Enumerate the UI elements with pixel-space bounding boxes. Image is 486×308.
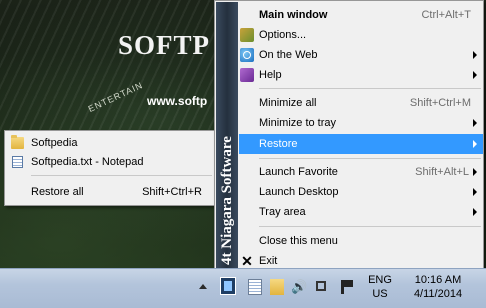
menu-item-label: On the Web <box>259 49 318 61</box>
niagara-tray-icon[interactable] <box>220 277 236 295</box>
submenu-separator <box>31 175 212 176</box>
menu-item-main-window[interactable]: Main window Ctrl+Alt+T <box>239 5 483 25</box>
keyboard-layout: US <box>372 288 388 300</box>
submenu-item-label: Softpedia.txt - Notepad <box>31 156 144 168</box>
submenu-arrow-icon <box>473 71 477 79</box>
menu-item-minimize-all[interactable]: Minimize all Shift+Ctrl+M <box>239 93 483 113</box>
menu-item-help[interactable]: Help <box>239 65 483 85</box>
menu-item-shortcut: Ctrl+Alt+T <box>421 9 471 21</box>
menu-separator <box>259 158 481 159</box>
folder-icon <box>11 135 24 149</box>
menu-item-options[interactable]: Options... <box>239 25 483 45</box>
menu-item-shortcut: Shift+Ctrl+M <box>409 97 471 109</box>
menu-item-label: Options... <box>259 29 307 41</box>
menu-separator <box>259 226 481 227</box>
web-icon <box>240 48 254 62</box>
submenu-arrow-icon <box>473 168 477 176</box>
menu-banner-text: 4t Niagara Software <box>219 136 235 265</box>
wallpaper-brand: SOFTP <box>118 30 211 60</box>
menu-item-shortcut: Shift+Alt+L <box>415 166 469 178</box>
menu-item-label: Restore <box>259 138 298 150</box>
submenu-arrow-icon <box>473 119 477 127</box>
menu-item-label: Launch Favorite <box>259 166 338 178</box>
clock-date: 4/11/2014 <box>413 288 463 300</box>
language-indicator[interactable]: ENG US <box>362 273 398 301</box>
menu-side-banner: 4t Niagara Software <box>216 2 238 268</box>
tray-context-menu: 4t Niagara Software Main window Ctrl+Alt… <box>214 0 484 270</box>
menu-item-label: Minimize all <box>259 97 317 109</box>
help-icon <box>240 68 254 82</box>
network-icon[interactable] <box>316 281 326 291</box>
action-center-flag-icon[interactable] <box>341 280 353 294</box>
menu-item-label: Minimize to tray <box>259 117 337 129</box>
menu-item-close-this-menu[interactable]: Close this menu <box>239 231 483 251</box>
submenu-arrow-icon <box>473 188 477 196</box>
clock-time: 10:16 AM <box>414 274 462 286</box>
language-code: ENG <box>368 274 392 286</box>
menu-item-launch-favorite[interactable]: Launch Favorite Shift+Alt+L <box>239 162 483 182</box>
taskbar: 🔊 ENG US 10:16 AM 4/11/2014 <box>0 268 486 308</box>
notepad-tray-icon[interactable] <box>248 279 262 295</box>
submenu-arrow-icon <box>473 51 477 59</box>
submenu-item-shortcut: Shift+Ctrl+R <box>142 186 202 198</box>
close-icon: ✕ <box>241 253 253 269</box>
menu-item-restore[interactable]: Restore <box>239 134 483 154</box>
submenu-arrow-icon <box>473 140 477 148</box>
show-hidden-icons-icon[interactable] <box>199 284 207 289</box>
submenu-item-label: Restore all <box>31 186 84 198</box>
menu-item-tray-area[interactable]: Tray area <box>239 202 483 222</box>
menu-item-label: Help <box>259 69 282 81</box>
menu-item-on-the-web[interactable]: On the Web <box>239 45 483 65</box>
menu-item-label: Tray area <box>259 206 306 218</box>
wallpaper-url: www.softp <box>147 94 208 108</box>
restore-submenu: Softpedia Softpedia.txt - Notepad Restor… <box>4 130 215 206</box>
submenu-arrow-icon <box>473 208 477 216</box>
menu-separator <box>259 88 481 89</box>
speaker-icon[interactable]: 🔊 <box>291 279 307 295</box>
submenu-item-restore-all[interactable]: Restore all Shift+Ctrl+R <box>5 183 214 201</box>
folder-tray-icon[interactable] <box>270 279 284 295</box>
submenu-item-label: Softpedia <box>31 137 78 149</box>
taskbar-clock[interactable]: 10:16 AM 4/11/2014 <box>400 273 476 301</box>
submenu-item-notepad[interactable]: Softpedia.txt - Notepad <box>5 153 214 171</box>
menu-item-label: Launch Desktop <box>259 186 339 198</box>
menu-item-label: Close this menu <box>259 235 338 247</box>
wallpaper-film-strip <box>0 0 215 140</box>
menu-item-launch-desktop[interactable]: Launch Desktop <box>239 182 483 202</box>
menu-item-label: Main window <box>259 9 328 21</box>
notepad-icon <box>12 156 23 168</box>
submenu-item-softpedia-folder[interactable]: Softpedia <box>5 134 214 152</box>
options-icon <box>240 28 254 42</box>
menu-item-minimize-to-tray[interactable]: Minimize to tray <box>239 113 483 133</box>
